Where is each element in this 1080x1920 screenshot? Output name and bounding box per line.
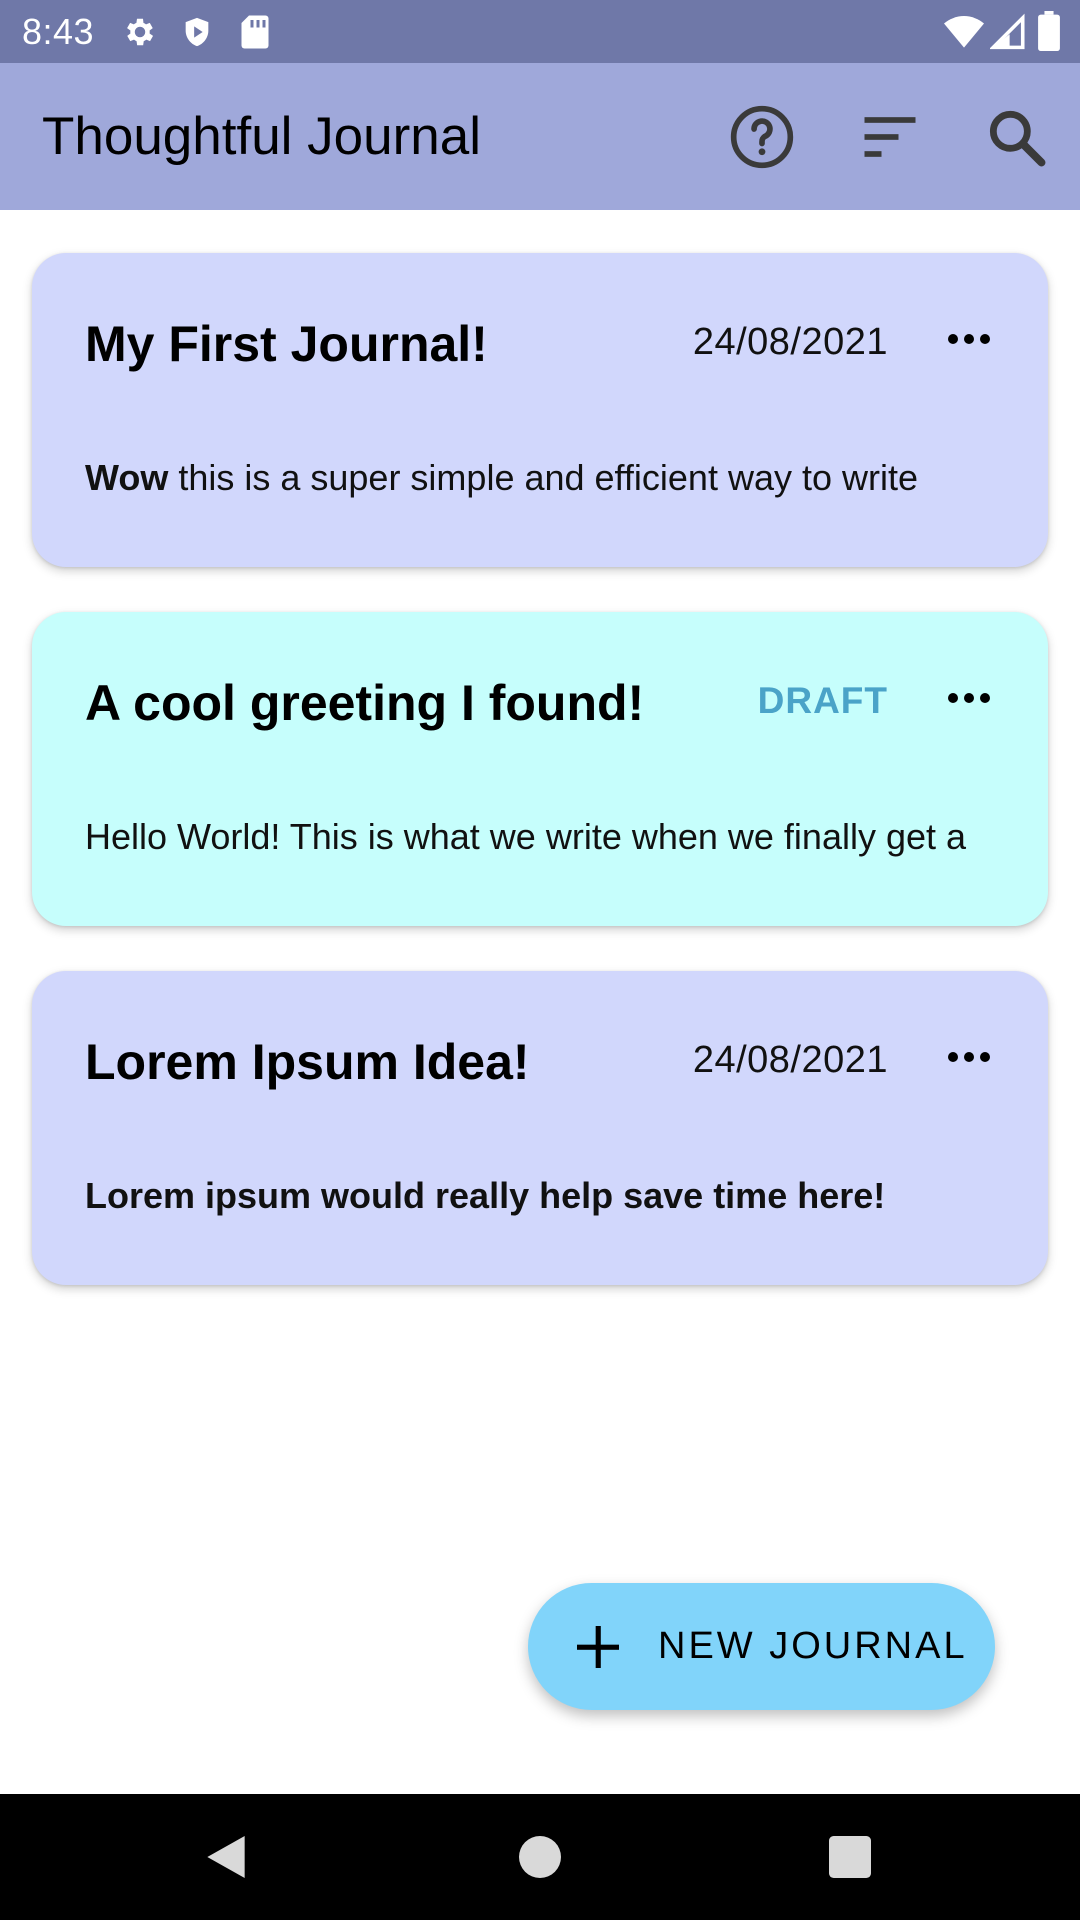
more-options-icon[interactable] xyxy=(945,321,993,357)
journal-card[interactable]: My First Journal! 24/08/2021 Wow this is… xyxy=(32,253,1048,567)
more-options-icon[interactable] xyxy=(945,680,993,716)
journal-card[interactable]: A cool greeting I found! DRAFT Hello Wor… xyxy=(32,612,1048,926)
recents-icon[interactable] xyxy=(822,1829,878,1885)
gear-icon xyxy=(127,18,154,46)
new-journal-button[interactable]: NEW JOURNAL xyxy=(528,1583,995,1710)
search-icon[interactable] xyxy=(982,103,1050,171)
sort-icon[interactable] xyxy=(856,103,924,171)
status-bar: 8:43 xyxy=(0,0,1080,63)
wifi-icon xyxy=(944,16,984,48)
journal-title: Lorem Ipsum Idea! xyxy=(85,1034,530,1090)
journal-date: 24/08/2021 xyxy=(692,321,888,363)
journal-preview: Lorem ipsum would really help save time … xyxy=(85,1175,886,1216)
battery-icon xyxy=(1038,11,1060,51)
journal-preview-bold: Wow xyxy=(85,457,169,498)
navigation-bar xyxy=(0,1794,1080,1920)
new-journal-label: NEW JOURNAL xyxy=(658,1625,968,1667)
draft-badge: DRAFT xyxy=(757,680,888,721)
app-bar: Thoughtful Journal xyxy=(0,63,1080,210)
signal-icon xyxy=(990,13,1025,50)
home-icon[interactable] xyxy=(512,1829,568,1885)
sd-card-icon xyxy=(241,15,269,49)
journal-date: 24/08/2021 xyxy=(692,1039,888,1081)
shield-icon xyxy=(185,17,209,47)
help-icon[interactable] xyxy=(728,103,796,171)
journal-title: A cool greeting I found! xyxy=(85,675,645,731)
journal-preview: Hello World! This is what we write when … xyxy=(85,816,967,857)
back-icon[interactable] xyxy=(198,1829,254,1885)
more-options-icon[interactable] xyxy=(945,1039,993,1075)
journal-preview-rest: this is a super simple and efficient way… xyxy=(168,457,918,498)
plus-icon xyxy=(577,1626,619,1668)
journal-card[interactable]: Lorem Ipsum Idea! 24/08/2021 Lorem ipsum… xyxy=(32,971,1048,1285)
status-time: 8:43 xyxy=(22,11,95,52)
journal-preview: Wow this is a super simple and efficient… xyxy=(85,457,1015,499)
app-title: Thoughtful Journal xyxy=(42,107,482,166)
journal-title: My First Journal! xyxy=(85,316,488,372)
